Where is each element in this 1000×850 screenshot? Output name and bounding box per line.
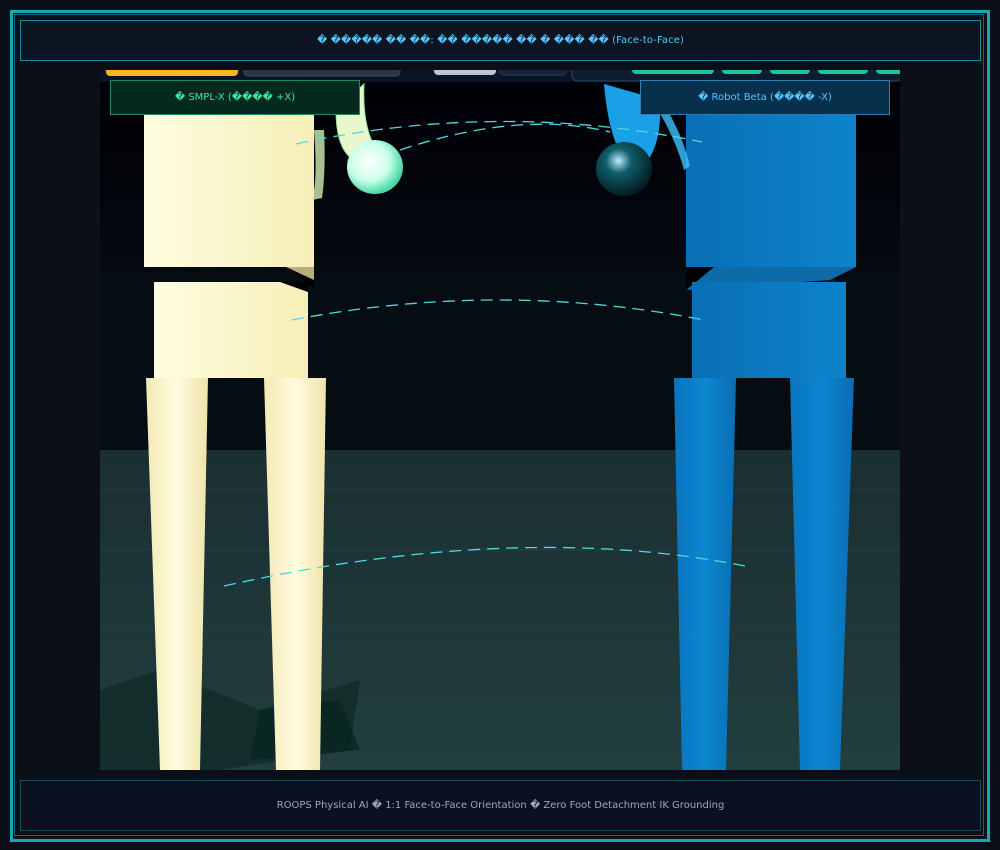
robot-label: � Robot Beta (���� -X) [640,80,890,115]
robot-hand [596,142,652,196]
toolbar-button-primary[interactable] [106,70,238,76]
toolbar-button-toggle[interactable] [434,70,496,75]
toolbar-chip-5[interactable] [876,70,900,74]
3d-viewport[interactable] [100,70,900,770]
toolbar-chip-1[interactable] [632,70,714,74]
smplx-label: � SMPL-X (���� +X) [110,80,360,115]
toolbar-chip-2[interactable] [722,70,762,74]
smplx-pelvis [154,282,308,378]
toolbar-button-view[interactable] [499,70,567,76]
scene-canvas [100,70,900,770]
toolbar-chip-4[interactable] [818,70,868,74]
robot-pelvis [692,282,846,378]
robot-left-leg [674,378,736,770]
smplx-hand [347,140,403,194]
toolbar-button-secondary[interactable] [243,70,401,77]
footer-caption: ROOPS Physical AI � 1:1 Face-to-Face Ori… [20,780,981,831]
robot-torso [686,110,856,267]
page-title: � ����� �� ��: �� ����� �� � ��� �� (Fac… [20,20,981,61]
toolbar-chip-3[interactable] [770,70,810,74]
smplx-torso [144,110,314,267]
